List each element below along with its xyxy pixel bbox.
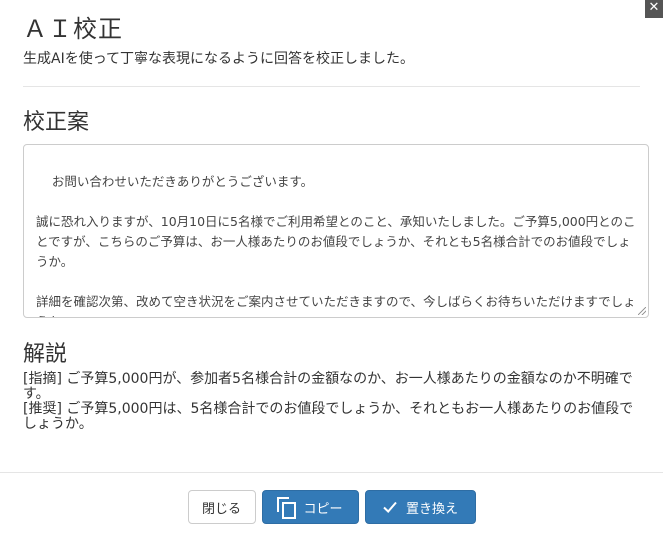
ai-proofread-dialog: ✕ ＡＩ校正 生成AIを使って丁寧な表現になるように回答を校正しました。 校正案…: [0, 0, 663, 539]
explanation-body: [指摘] ご予算5,000円が、参加者5名様合計の金額なのか、お一人様あたりの金…: [23, 372, 643, 432]
close-icon[interactable]: ✕: [645, 0, 663, 18]
explanation-point: [指摘] ご予算5,000円が、参加者5名様合計の金額なのか、お一人様あたりの金…: [23, 371, 633, 402]
proposal-heading: 校正案: [23, 110, 90, 135]
footer-divider: [0, 472, 663, 473]
replace-button[interactable]: 置き換え: [364, 490, 476, 524]
explanation-heading: 解説: [23, 342, 68, 367]
copy-button[interactable]: コピー: [261, 490, 359, 524]
resize-handle[interactable]: [638, 307, 646, 315]
close-button[interactable]: 閉じる: [187, 490, 256, 524]
copy-button-label: コピー: [303, 501, 343, 517]
proposal-text: お問い合わせいただきありがとうございます。 誠に恐れ入りますが、10月10日に5…: [36, 174, 636, 317]
close-button-label: 閉じる: [201, 501, 241, 517]
dialog-title: ＡＩ校正: [23, 15, 123, 43]
header-divider: [23, 86, 640, 87]
copy-icon: [277, 497, 297, 519]
dialog-subtitle: 生成AIを使って丁寧な表現になるように回答を校正しました。: [23, 51, 415, 67]
explanation-recommendation: [推奨] ご予算5,000円は、5名様合計でのお値段でしょうか、それともお一人様…: [23, 401, 634, 432]
check-icon: [383, 501, 397, 513]
proposal-textarea[interactable]: お問い合わせいただきありがとうございます。 誠に恐れ入りますが、10月10日に5…: [23, 144, 649, 318]
dialog-footer: 閉じる コピー 置き換え: [0, 490, 663, 524]
replace-button-label: 置き換え: [405, 501, 458, 517]
